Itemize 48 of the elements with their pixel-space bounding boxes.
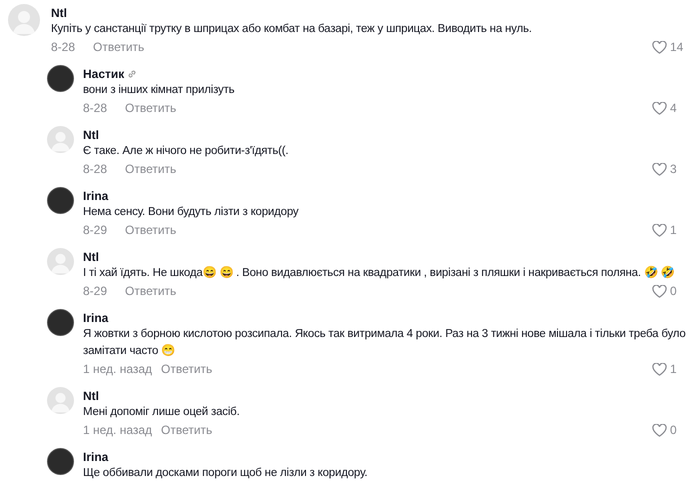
comment-date: 8-29 [83, 283, 108, 300]
reply-button[interactable]: Ответить [125, 221, 176, 239]
author-name[interactable]: Ntl [83, 386, 99, 404]
author-name[interactable]: Ntl [51, 4, 67, 22]
comment-text: Я жовтки з борною кислотою розсипала. Якось так витримала 4 роки. Раз на 3 тижні нове мішала і тільки треба було замітати часто 😁 [83, 327, 686, 359]
comment-text: Є таке. Але ж нічого не робити-з'їдять((. [83, 144, 290, 159]
avatar[interactable] [47, 187, 74, 214]
author-name[interactable]: Настик [83, 64, 124, 82]
reply-button[interactable]: Ответить [161, 421, 212, 439]
comment-date: 1 нед. назад [83, 361, 154, 378]
like-button[interactable]: 3 [652, 160, 686, 178]
reply-button[interactable]: Ответить [161, 360, 212, 378]
like-button[interactable]: 1 [652, 360, 686, 378]
like-button[interactable]: 0 [652, 282, 686, 300]
comment-date: 8-28 [83, 161, 108, 178]
comment-date: 8-29 [83, 222, 108, 239]
like-button[interactable]: 4 [652, 99, 686, 117]
like-button[interactable]: 0 [652, 421, 686, 439]
reply-button[interactable]: Ответить [93, 38, 144, 56]
like-button[interactable]: 1 [652, 221, 686, 239]
heart-icon [652, 40, 667, 54]
reply-button[interactable]: Ответить [125, 99, 176, 117]
heart-icon [652, 162, 667, 176]
comment-date: 8-28 [83, 100, 108, 117]
comment-text: Мені допоміг лише оцей засіб. [83, 405, 241, 420]
comment-text: І ті хай їдять. Не шкода😄 😄 . Воно видавлюється на квадратики , вирізані з пляшки і накривається поляна. 🤣 🤣 [83, 265, 676, 281]
reply-button[interactable]: Ответить [125, 282, 176, 300]
avatar[interactable] [47, 309, 74, 336]
author-name[interactable]: Irina [83, 308, 108, 326]
reply-button[interactable]: Ответить [125, 160, 176, 178]
like-button[interactable]: 14 [652, 38, 686, 56]
heart-icon [652, 362, 667, 376]
comment-text: Купіть у санстанції трутку в шприцах або комбат на базарі, теж у шприцах. Виводить на нуль. [51, 22, 533, 37]
heart-icon [652, 102, 667, 114]
author-name[interactable]: Ntl [83, 248, 99, 266]
author-name[interactable]: Ntl [83, 126, 99, 144]
heart-icon [652, 224, 667, 236]
author-name[interactable]: Irina [83, 448, 108, 466]
heart-icon [652, 284, 667, 298]
avatar[interactable] [47, 448, 74, 475]
comment-text: вони з інших кімнат прилізуть [83, 83, 236, 98]
avatar[interactable] [47, 65, 74, 92]
comment-text: Ще оббивали досками пороги щоб не лізли з коридору. [83, 466, 368, 481]
author-name[interactable]: Irina [83, 186, 108, 204]
heart-icon [652, 424, 667, 436]
comment-text: Нема сенсу. Вони будуть лізти з коридору [83, 205, 300, 220]
comment-date: 1 нед. назад [83, 422, 154, 439]
comment-date: 8-28 [51, 39, 76, 56]
